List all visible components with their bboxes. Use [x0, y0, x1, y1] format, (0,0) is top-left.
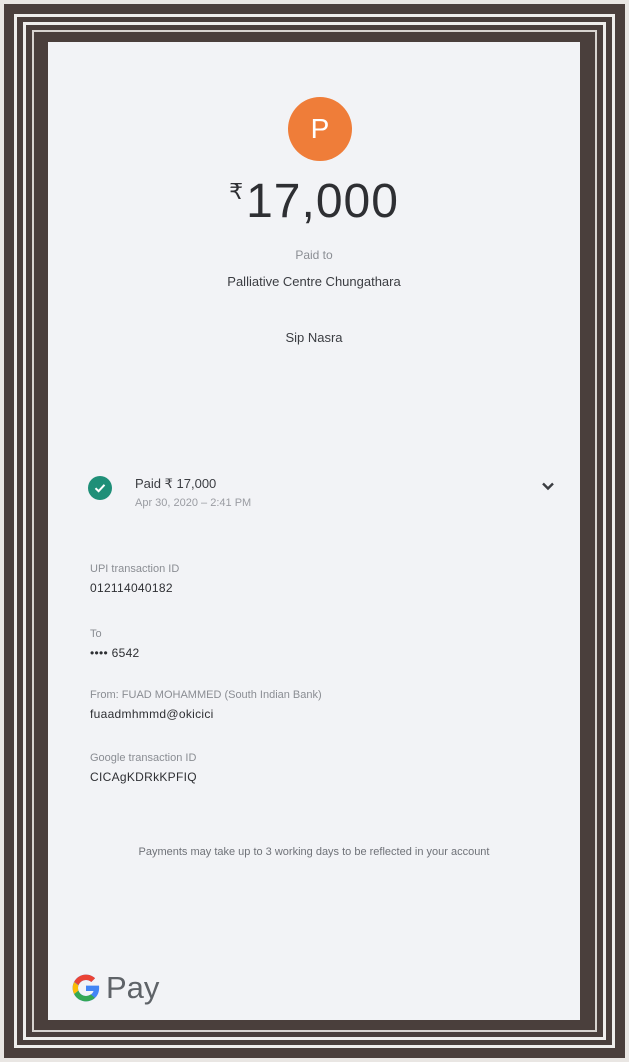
detail-label: UPI transaction ID	[90, 563, 180, 575]
payment-amount: ₹17,000	[48, 174, 580, 229]
payee-initial: P	[310, 113, 330, 144]
status-datetime: Apr 30, 2020 – 2:41 PM	[135, 497, 252, 509]
detail-label: To	[90, 628, 102, 640]
payee-name: Palliative Centre Chungathara	[227, 274, 401, 289]
detail-label: Google transaction ID	[90, 752, 197, 764]
payment-receipt-screen: P ₹17,000 Paid to Palliative Centre Chun…	[48, 42, 580, 1020]
detail-value: 012114040182	[90, 581, 173, 595]
payment-status-row[interactable]: Paid ₹ 17,000 Apr 30, 2020 – 2:41 PM	[88, 470, 554, 510]
brand-text: Pay	[106, 970, 160, 1005]
status-title: Paid ₹ 17,000	[135, 476, 217, 491]
chevron-down-icon[interactable]	[540, 478, 556, 494]
google-g-icon	[72, 974, 100, 1002]
processing-time-note: Payments may take up to 3 working days t…	[138, 846, 490, 858]
detail-label: From: FUAD MOHAMMED (South Indian Bank)	[90, 689, 322, 701]
upi-transaction-id: UPI transaction ID 012114040182	[90, 563, 179, 595]
payee-avatar: P	[288, 97, 352, 161]
detail-value: fuaadmhmmd@okicici	[90, 707, 214, 721]
gpay-logo: Pay	[70, 968, 159, 1008]
sender-account: From: FUAD MOHAMMED (South Indian Bank) …	[90, 689, 322, 721]
paid-to-label: Paid to	[295, 248, 333, 262]
check-circle-icon	[88, 476, 112, 500]
recipient-account: To •••• 6542	[90, 628, 140, 660]
detail-value: •••• 6542	[90, 646, 140, 660]
payment-note: Sip Nasra	[285, 330, 343, 345]
amount-value: 17,000	[246, 175, 399, 228]
detail-value: CICAgKDRkKPFIQ	[90, 770, 197, 784]
currency-symbol: ₹	[229, 179, 245, 204]
google-transaction-id: Google transaction ID CICAgKDRkKPFIQ	[90, 752, 197, 784]
